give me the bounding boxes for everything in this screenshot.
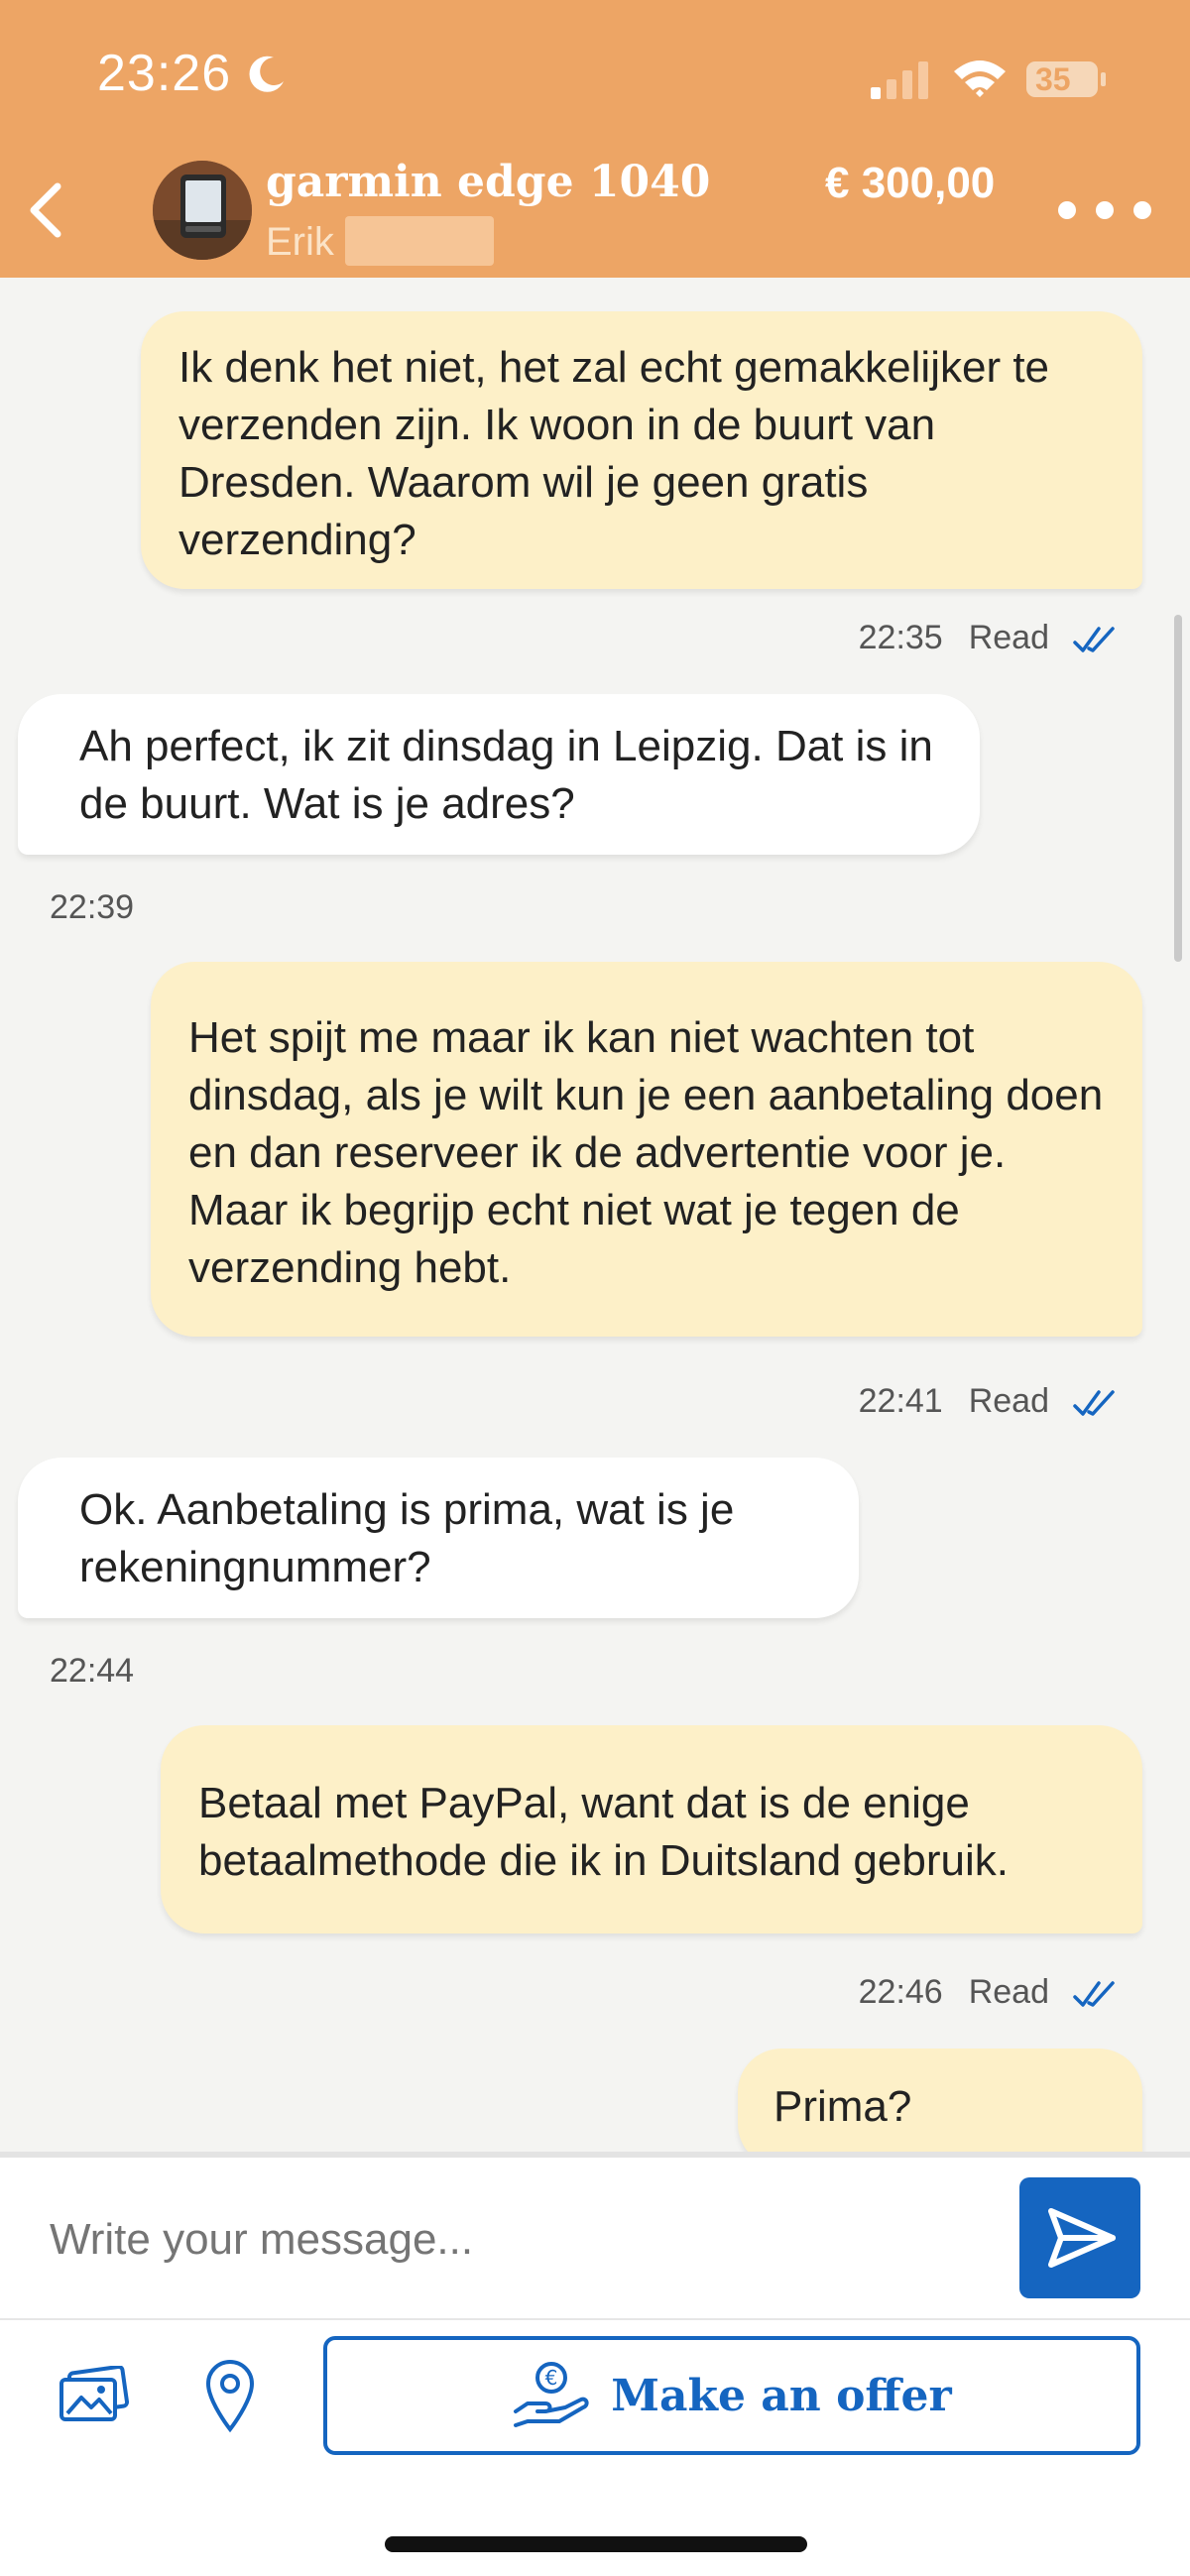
battery-level: 35 — [1035, 61, 1071, 97]
message-bubble-received: Ok. Aanbetaling is prima, wat is je reke… — [18, 1458, 859, 1618]
message-status: Read — [968, 619, 1049, 656]
message-text: Ik denk het niet, het zal echt gemakkeli… — [178, 343, 1050, 564]
message-meta: 22:35 Read — [859, 619, 1119, 657]
message-text: Ok. Aanbetaling is prima, wat is je reke… — [79, 1485, 735, 1591]
message-meta: 22:41 Read — [859, 1382, 1119, 1421]
svg-text:€: € — [545, 2366, 558, 2390]
message-text: Het spijt me maar ik kan niet wachten to… — [188, 1013, 1104, 1292]
message-time: 22:41 — [858, 1382, 943, 1420]
euro-hand-icon: € — [514, 2362, 589, 2427]
message-bubble-received: Ah perfect, ik zit dinsdag in Leipzig. D… — [18, 694, 980, 855]
message-text: Betaal met PayPal, want dat is de enige … — [198, 1779, 1009, 1885]
message-bubble-sent: Betaal met PayPal, want dat is de enige … — [161, 1725, 1142, 1933]
signal-icon — [871, 61, 928, 99]
listing-thumbnail[interactable] — [153, 161, 252, 260]
scrollbar[interactable] — [1174, 615, 1182, 962]
send-icon — [1048, 2208, 1116, 2268]
listing-price: € 300,00 — [825, 159, 996, 207]
send-button[interactable] — [1019, 2177, 1140, 2298]
make-offer-label: Make an offer — [611, 2370, 952, 2421]
back-arrow-icon[interactable] — [24, 180, 67, 240]
message-text: Ah perfect, ik zit dinsdag in Leipzig. D… — [79, 722, 933, 828]
message-time: 22:46 — [858, 1973, 943, 2011]
message-bubble-sent: Prima? — [738, 2049, 1142, 2167]
make-offer-button[interactable]: € Make an offer — [323, 2336, 1140, 2455]
message-time: 22:35 — [858, 619, 943, 656]
redacted-name — [345, 216, 494, 266]
message-bubble-sent: Ik denk het niet, het zal echt gemakkeli… — [141, 311, 1142, 589]
message-status: Read — [968, 1973, 1049, 2011]
double-check-icon — [1073, 1390, 1115, 1416]
message-time: 22:39 — [50, 888, 135, 926]
message-text: Prima? — [774, 2082, 912, 2131]
status-time: 23:26 — [97, 45, 232, 102]
listing-title[interactable]: garmin edge 1040 — [266, 157, 710, 207]
battery-icon: 35 — [1025, 59, 1107, 99]
double-check-icon — [1073, 1981, 1115, 2007]
seller-name: Erik — [266, 220, 334, 264]
location-pin-icon[interactable] — [204, 2358, 256, 2433]
moon-icon — [249, 56, 284, 92]
more-icon[interactable] — [1055, 198, 1154, 222]
home-area — [0, 2469, 1190, 2576]
double-check-icon — [1073, 627, 1115, 652]
home-indicator[interactable] — [385, 2536, 807, 2552]
message-input[interactable] — [50, 2215, 982, 2265]
message-bubble-sent: Het spijt me maar ik kan niet wachten to… — [151, 962, 1142, 1337]
message-status: Read — [968, 1382, 1049, 1420]
message-meta: 22:46 Read — [859, 1973, 1119, 2012]
wifi-icon — [954, 60, 1006, 97]
message-time: 22:44 — [50, 1652, 135, 1690]
photo-icon[interactable] — [58, 2366, 129, 2425]
